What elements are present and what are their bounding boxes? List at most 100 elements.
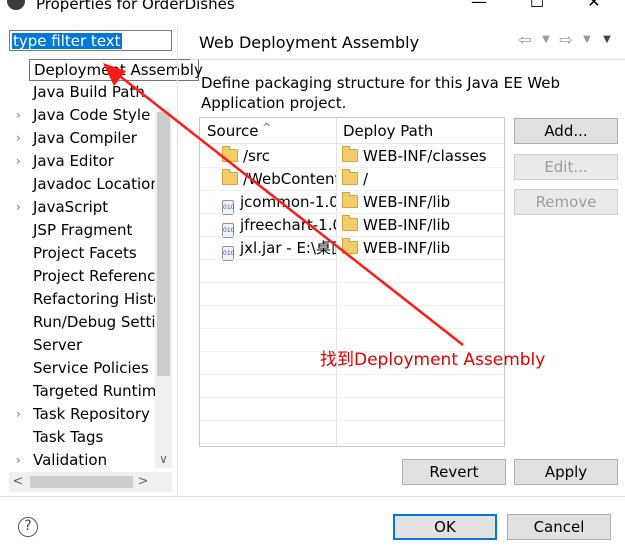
back-arrow-icon[interactable]: ⇦ <box>516 31 534 49</box>
expand-chevron-icon[interactable]: › <box>16 196 21 219</box>
folder-icon <box>342 146 358 162</box>
row-gridline <box>200 236 504 237</box>
help-icon[interactable]: ? <box>18 517 38 537</box>
tree-item[interactable]: Task Tags <box>0 426 158 449</box>
maximize-icon[interactable]: ☐ <box>528 0 546 10</box>
table-row[interactable]: 010jcommon-1.0.16.jar WEB-INF/lib <box>200 191 504 215</box>
tree-item[interactable]: Project Facets <box>0 242 158 265</box>
annotation-text: 找到Deployment Assembly <box>320 350 546 370</box>
add-button[interactable]: Add... <box>514 118 618 144</box>
tree-item-label: Java Build Path <box>33 83 145 101</box>
page-description: Define packaging structure for this Java… <box>201 74 561 112</box>
deploy-path-cell: WEB-INF/lib <box>342 191 502 214</box>
tree-item[interactable]: › Task Repository <box>0 403 158 426</box>
table-row[interactable]: /src WEB-INF/classes <box>200 145 504 168</box>
tree-item-label: Refactoring History <box>33 290 158 308</box>
filter-input[interactable]: type filter text <box>9 30 172 51</box>
source-cell: 010jcommon-1.0.16.jar <box>222 191 336 215</box>
scroll-down-icon[interactable]: ∨ <box>157 452 170 466</box>
tree-item[interactable]: › Java Compiler <box>0 127 158 150</box>
row-gridline <box>200 305 504 306</box>
table-row[interactable]: 010jfreechart-1.0.13.jar WEB-INF/lib <box>200 214 504 238</box>
revert-button[interactable]: Revert <box>402 459 506 485</box>
deploy-path-text: / <box>363 170 369 188</box>
tree-vertical-scroll-thumb[interactable] <box>157 112 170 376</box>
page-title: Web Deployment Assembly <box>199 33 420 52</box>
row-gridline <box>200 167 504 168</box>
forward-menu-chevron-icon[interactable]: ▼ <box>578 31 596 49</box>
preference-tree[interactable]: Java Build Path › Java Code Style › Java Com… <box>0 62 158 468</box>
tree-item-label: Project References <box>33 267 158 285</box>
expand-chevron-icon[interactable]: › <box>16 403 21 426</box>
tree-item-label: Java Editor <box>33 152 114 170</box>
tree-item[interactable]: JSP Fragment <box>0 219 158 242</box>
column-header-source[interactable]: Source <box>207 118 259 143</box>
window-title: Properties for OrderDishes <box>36 0 235 13</box>
expand-chevron-icon[interactable]: › <box>16 449 21 468</box>
tree-horizontal-scroll-thumb[interactable] <box>30 476 133 488</box>
expand-chevron-icon[interactable]: › <box>16 127 21 150</box>
scroll-right-icon[interactable]: > <box>136 474 150 490</box>
tree-item[interactable]: Server <box>0 334 158 357</box>
tree-item[interactable]: Run/Debug Settings <box>0 311 158 334</box>
tree-item[interactable]: › Java Code Style <box>0 104 158 127</box>
tree-item[interactable]: Targeted Runtimes <box>0 380 158 403</box>
tree-item-label: Service Policies <box>33 359 149 377</box>
table-row[interactable]: 010 jxl.jar - E:\桌面 WEB-INF/lib <box>200 237 504 261</box>
row-gridline <box>200 259 504 260</box>
footer-separator <box>0 496 625 497</box>
deploy-path-text: WEB-INF/lib <box>363 193 451 211</box>
source-cell: 010jfreechart-1.0.13.jar <box>222 214 336 238</box>
deploy-path-cell: WEB-INF/lib <box>342 237 502 260</box>
table-row[interactable]: /WebContent / <box>200 168 504 191</box>
expand-chevron-icon[interactable]: › <box>16 150 21 173</box>
expand-chevron-icon[interactable]: › <box>16 104 21 127</box>
tooltip: Deployment Assembly <box>29 59 203 81</box>
minimize-icon[interactable]: — <box>470 0 488 10</box>
forward-arrow-icon[interactable]: ⇨ <box>557 31 575 49</box>
cancel-button[interactable]: Cancel <box>507 514 611 540</box>
header-separator-line <box>200 143 504 144</box>
ok-button[interactable]: OK <box>393 514 497 540</box>
source-text: jxl.jar - E:\桌面 <box>240 239 336 257</box>
tree-item[interactable]: Refactoring History <box>0 288 158 311</box>
tree-item-label: JavaScript <box>33 198 109 216</box>
edit-button[interactable]: Edit... <box>514 154 618 180</box>
folder-icon <box>222 169 238 185</box>
source-text: jcommon-1.0.16.jar <box>240 193 336 211</box>
folder-icon <box>222 146 238 162</box>
row-gridline <box>200 374 504 375</box>
source-cell: 010 jxl.jar - E:\桌面 <box>222 237 336 261</box>
row-gridline <box>200 397 504 398</box>
folder-icon <box>342 238 358 254</box>
deploy-path-cell: WEB-INF/classes <box>342 145 502 168</box>
tree-item-label: Javadoc Location <box>33 175 158 193</box>
pane-sash[interactable] <box>177 26 178 496</box>
tree-item[interactable]: Service Policies <box>0 357 158 380</box>
folder-icon <box>342 192 358 208</box>
source-cell: /src <box>222 145 336 168</box>
header-separator <box>190 59 625 60</box>
tree-item[interactable]: Java Build Path <box>0 81 158 104</box>
remove-button[interactable]: Remove <box>514 189 618 215</box>
apply-button[interactable]: Apply <box>514 459 618 485</box>
tree-item[interactable]: Project References <box>0 265 158 288</box>
tree-item-label: Run/Debug Settings <box>33 313 158 331</box>
tree-item-label: Targeted Runtimes <box>33 382 158 400</box>
tree-item-label: Server <box>33 336 83 354</box>
close-icon[interactable]: ✕ <box>585 0 603 10</box>
tree-item[interactable]: › Java Editor <box>0 150 158 173</box>
column-header-deploy-path[interactable]: Deploy Path <box>343 118 433 143</box>
assembly-table[interactable]: Source ^ Deploy Path /src WEB-INF/classes… <box>199 117 505 447</box>
scroll-left-icon[interactable]: < <box>11 474 25 490</box>
tree-item-label: Java Code Style <box>33 106 151 124</box>
tree-item[interactable]: Javadoc Location <box>0 173 158 196</box>
tree-item[interactable]: › Validation <box>0 449 158 468</box>
source-text: /src <box>243 147 270 165</box>
tree-item-label: Project Facets <box>33 244 137 262</box>
back-menu-chevron-icon[interactable]: ▼ <box>537 31 555 49</box>
tree-item[interactable]: › JavaScript <box>0 196 158 219</box>
view-menu-icon[interactable]: ▼ <box>598 31 616 49</box>
filter-input-text: type filter text <box>12 32 122 50</box>
deploy-path-text: WEB-INF/lib <box>363 239 451 257</box>
